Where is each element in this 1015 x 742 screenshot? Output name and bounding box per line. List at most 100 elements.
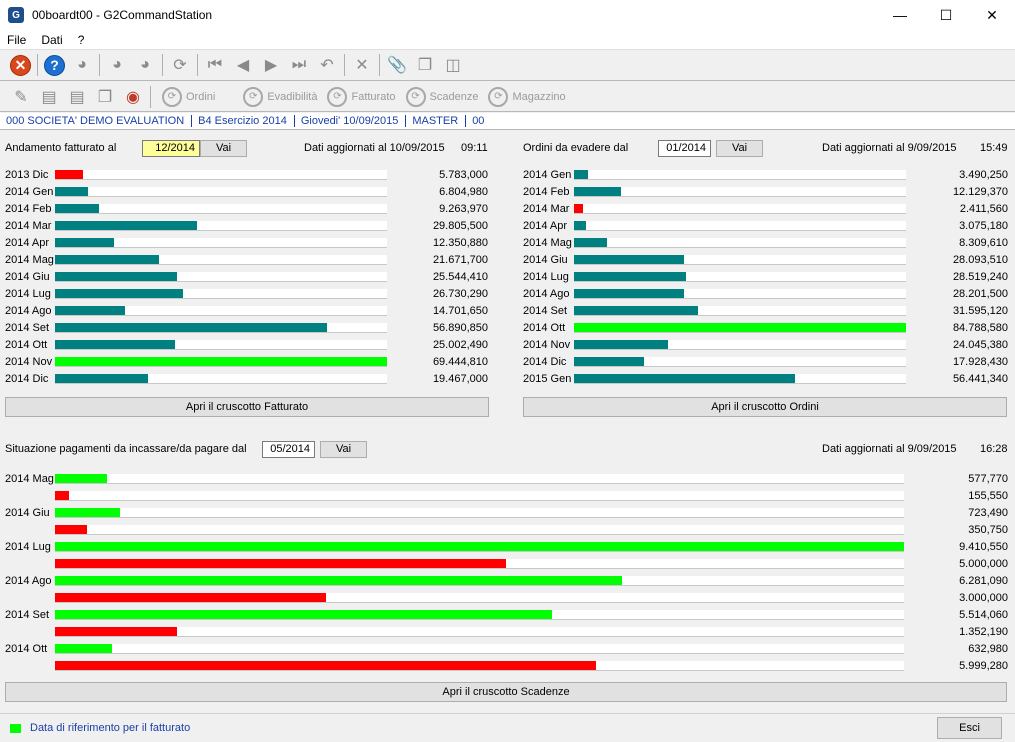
pagamenti-bar-track — [55, 525, 904, 535]
fatturato-bar-row: 2014 Apr 12.350,880 — [5, 235, 490, 252]
last-record-icon[interactable]: ⏭ — [288, 54, 310, 76]
copy-icon[interactable]: ❐ — [414, 54, 436, 76]
ordini-label: Ordini — [186, 90, 216, 103]
pagamenti-bar-row: 350,750 — [5, 522, 1008, 539]
pagamenti-bar-value: 5.514,060 — [959, 609, 1008, 621]
ordini-bar-value: 3.490,250 — [959, 169, 1008, 181]
delete-icon[interactable]: ✕ — [351, 54, 373, 76]
fatturato-bar-track — [55, 340, 387, 350]
ordini-bar-row: 2014 Lug 28.519,240 — [523, 269, 1008, 286]
previous-record-icon[interactable]: ◀ — [232, 54, 254, 76]
ordini-bar-row: 2014 Apr 3.075,180 — [523, 218, 1008, 235]
pagamenti-bar-track — [55, 644, 904, 654]
fatturato-bar — [55, 238, 114, 247]
fatturato-updated-time: 09:11 — [461, 142, 488, 154]
fatturato-bar-track — [55, 323, 387, 333]
ordini-bar — [574, 357, 644, 366]
fatturato-bar — [55, 374, 148, 383]
ordini-bar — [574, 289, 684, 298]
ordini-bar-value: 12.129,370 — [952, 186, 1008, 198]
title-bar: G 00boardt00 - G2CommandStation — ☐ ✕ — [0, 0, 1015, 30]
ordini-header: Ordini da evadere dal 01/2014 Vai Dati a… — [523, 139, 1008, 157]
pagamenti-bar — [55, 610, 552, 619]
fatturato-bar-value: 6.804,980 — [439, 186, 488, 198]
ordini-bar-track — [574, 357, 906, 367]
ordini-bar-value: 56.441,340 — [952, 373, 1008, 385]
menu-file[interactable]: File — [0, 33, 34, 47]
pages-icon[interactable]: ❐ — [94, 86, 116, 108]
help-icon[interactable]: ? — [44, 54, 65, 76]
list-icon[interactable]: ▤ — [66, 86, 88, 108]
pagamenti-bar-label: 2014 Ago — [5, 575, 52, 587]
fatturato-bar-value: 56.890,850 — [432, 322, 488, 334]
magnify-icon[interactable]: ◉ — [122, 86, 144, 108]
toolbar-separator — [150, 85, 151, 108]
fatturato-bar — [55, 187, 88, 196]
pagamenti-bar-value: 3.000,000 — [959, 592, 1008, 604]
fatturato-bar — [55, 323, 327, 332]
binoculars-icon[interactable]: ◕ — [71, 54, 93, 76]
pagamenti-period-input[interactable]: 05/2014 — [262, 440, 315, 458]
search-prev-icon[interactable]: ◕ — [106, 54, 128, 76]
ordini-vai-button[interactable]: Vai — [716, 139, 763, 157]
pagamenti-title: Situazione pagamenti da incassare/da pag… — [5, 443, 247, 455]
pagamenti-bar — [55, 559, 506, 568]
maximize-button[interactable]: ☐ — [923, 0, 969, 30]
document-icon[interactable]: ▤ — [38, 86, 60, 108]
pagamenti-bar-track — [55, 576, 904, 586]
fatturato-bar-track — [55, 238, 387, 248]
fatturato-bar — [55, 272, 177, 281]
first-record-icon[interactable]: ⏮ — [204, 54, 226, 76]
search-next-icon[interactable]: ◕ — [134, 54, 156, 76]
menu-dati[interactable]: Dati — [34, 33, 70, 47]
pagamenti-bar — [55, 525, 87, 534]
open-scadenze-dashboard-button[interactable]: Apri il cruscotto Scadenze — [5, 682, 1007, 702]
exit-button[interactable]: Esci — [937, 717, 1002, 739]
ordini-bar-label: 2014 Nov — [523, 339, 571, 351]
fatturato-bar-row: 2014 Ott 25.002,490 — [5, 337, 490, 354]
ordini-button[interactable]: ⟳ Ordini — [162, 86, 216, 107]
pagamenti-updated: Dati aggiornati al 9/09/2015 — [822, 443, 957, 455]
fatturato-bar-track — [55, 187, 387, 197]
fatturato-bar-value: 69.444,810 — [432, 356, 488, 368]
undo-icon[interactable]: ↶ — [316, 54, 338, 76]
fatturato-bar-label: 2014 Dic — [5, 373, 49, 385]
pagamenti-bar-track — [55, 593, 904, 603]
pagamenti-bar-value: 155,550 — [968, 490, 1008, 502]
next-record-icon[interactable]: ▶ — [260, 54, 282, 76]
fatturato-bar-row: 2014 Nov 69.444,810 — [5, 354, 490, 371]
fatturato-button[interactable]: ⟳ Fatturato — [327, 86, 396, 107]
attachment-icon[interactable]: 📎 — [386, 54, 408, 76]
fatturato-bar-row: 2014 Giu 25.544,410 — [5, 269, 490, 286]
scadenze-button[interactable]: ⟳ Scadenze — [405, 86, 478, 107]
magazzino-button[interactable]: ⟳ Magazzino — [488, 86, 566, 107]
pagamenti-bar — [55, 576, 622, 585]
ordini-bar-row: 2014 Set 31.595,120 — [523, 303, 1008, 320]
ordini-title: Ordini da evadere dal — [523, 142, 629, 154]
fatturato-bar-value: 19.467,000 — [432, 373, 488, 385]
ordini-bar-label: 2014 Mag — [523, 237, 572, 249]
fatturato-bar-label: 2014 Apr — [5, 237, 50, 249]
ordini-bar — [574, 306, 698, 315]
ordini-period-input[interactable]: 01/2014 — [658, 139, 711, 157]
evadibilita-button[interactable]: ⟳ Evadibilità — [243, 86, 317, 107]
ordini-bar — [574, 272, 686, 281]
refresh-icon[interactable]: ⟳ — [169, 54, 191, 76]
open-fatturato-dashboard-button[interactable]: Apri il cruscotto Fatturato — [5, 397, 489, 417]
fatturato-bar-value: 29.805,500 — [432, 220, 488, 232]
ordini-bar-value: 84.788,580 — [952, 322, 1008, 334]
fatturato-period-input[interactable]: 12/2014 — [142, 139, 200, 157]
pagamenti-bar-value: 6.281,090 — [959, 575, 1008, 587]
toolbar-separator — [344, 54, 345, 76]
minimize-button[interactable]: — — [877, 0, 923, 30]
menu-help[interactable]: ? — [71, 33, 93, 47]
open-ordini-dashboard-button[interactable]: Apri il cruscotto Ordini — [523, 397, 1007, 417]
pagamenti-vai-button[interactable]: Vai — [320, 440, 367, 458]
window-icon[interactable]: ◫ — [442, 54, 464, 76]
fatturato-bar-value: 25.544,410 — [432, 271, 488, 283]
ordini-bar-value: 28.093,510 — [952, 254, 1008, 266]
close-window-button[interactable]: ✕ — [969, 0, 1015, 30]
exit-icon[interactable]: ✕ — [10, 54, 31, 76]
fatturato-vai-button[interactable]: Vai — [200, 139, 247, 157]
edit-pencil-icon[interactable]: ✎ — [10, 86, 32, 108]
